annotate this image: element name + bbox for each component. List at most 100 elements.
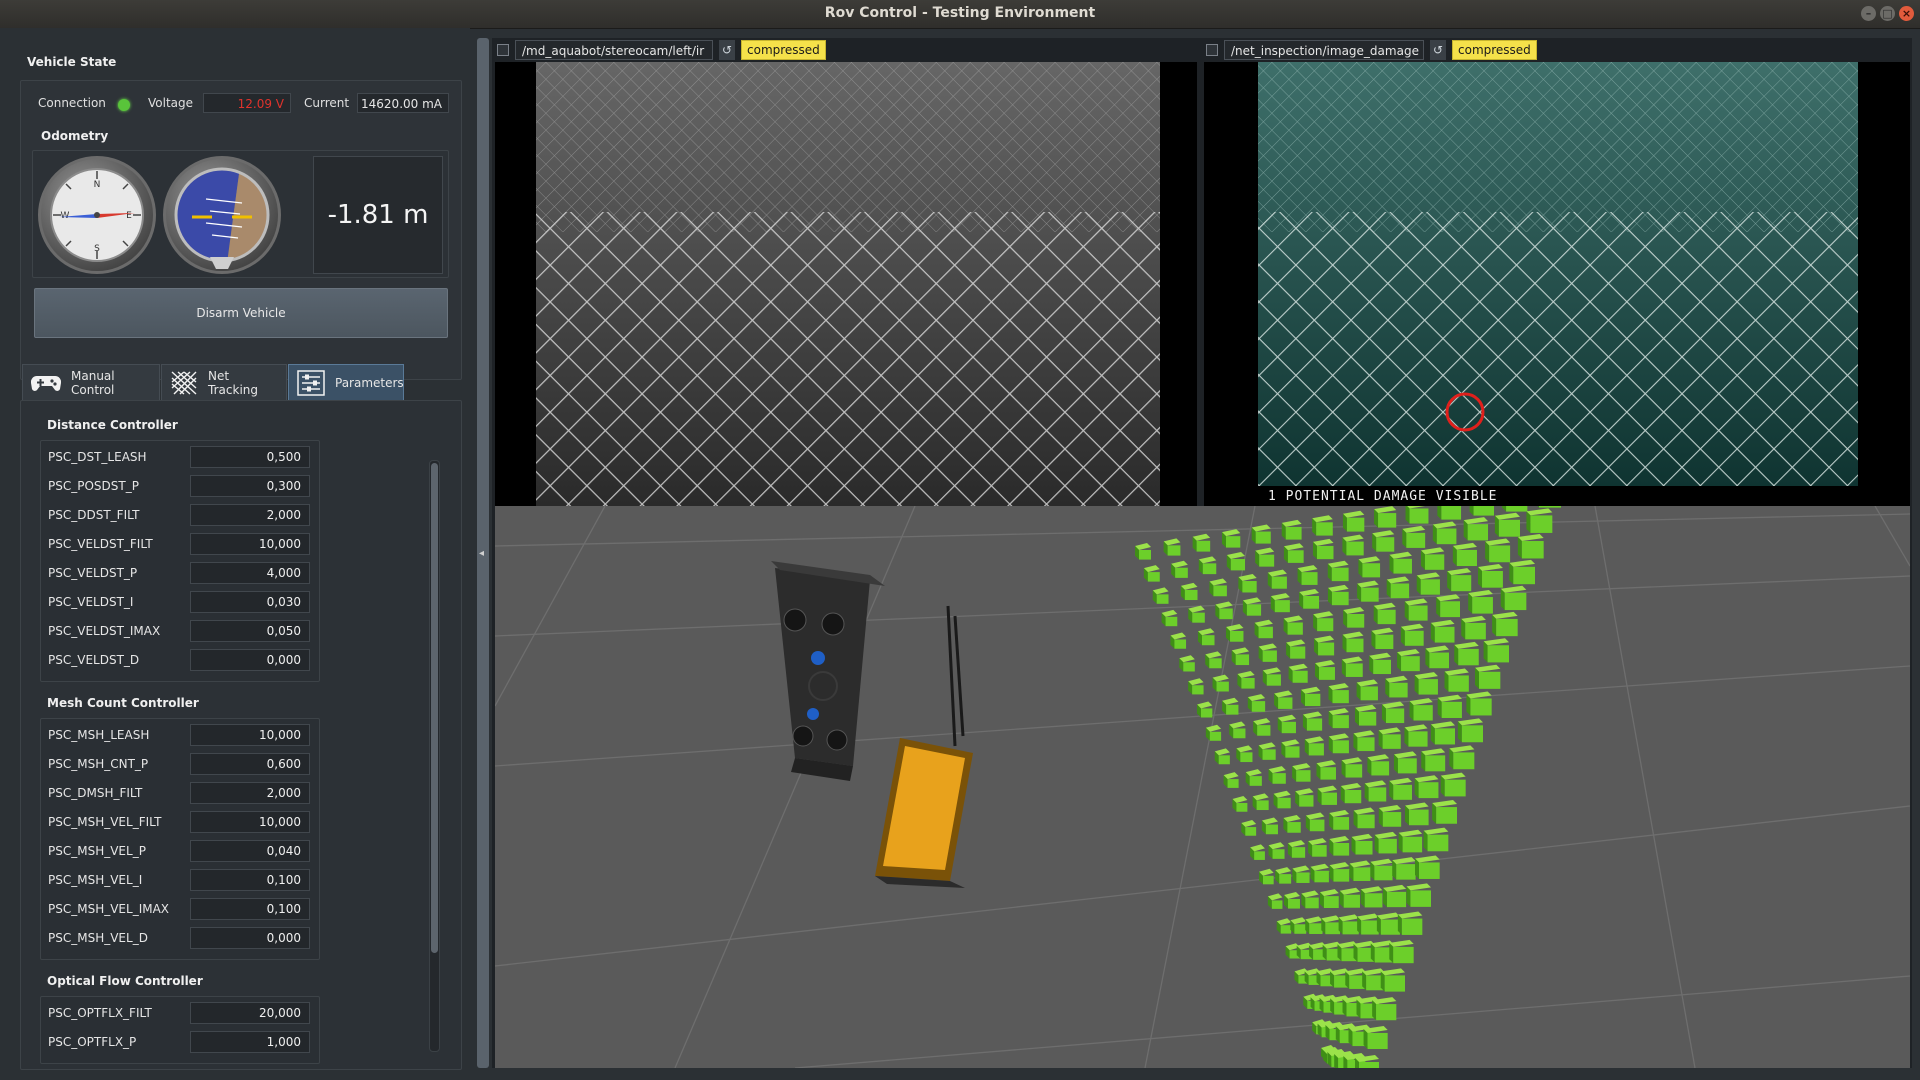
param-value-input[interactable]: 0,300 (190, 475, 310, 497)
tab-parameters[interactable]: Parameters (288, 364, 404, 402)
mesh-marker (1245, 769, 1262, 786)
param-name: PSC_OPTFLX_P (48, 1035, 137, 1049)
mesh-marker (1437, 694, 1462, 718)
param-value-input[interactable]: 10,000 (190, 811, 310, 833)
maximize-icon[interactable]: □ (1880, 6, 1895, 21)
collapse-arrow-icon[interactable]: ◂ (479, 548, 484, 559)
window-controls: – □ × (1861, 6, 1914, 21)
tab-manual-control-label: Manual Control (71, 369, 115, 397)
param-value-input[interactable]: 2,000 (190, 504, 310, 526)
param-value-input[interactable]: 0,000 (190, 927, 310, 949)
mesh-marker (1392, 857, 1416, 880)
mesh-marker (1378, 727, 1401, 749)
tab-manual-control[interactable]: Manual Control (22, 364, 160, 402)
mesh-marker (1251, 524, 1271, 544)
camera-left-refresh-icon[interactable]: ↺ (719, 40, 735, 60)
mesh-marker (1236, 745, 1253, 763)
mesh-marker (1281, 739, 1300, 758)
mesh-marker (1360, 886, 1383, 908)
mesh-marker (1308, 838, 1327, 857)
camera-right-topic-input[interactable]: /net_inspection/image_damage (1224, 40, 1424, 60)
param-value-input[interactable]: 20,000 (190, 1002, 310, 1024)
mesh-marker (1351, 833, 1373, 855)
param-row: PSC_MSH_VEL_P 0,040 (38, 838, 318, 864)
mesh-marker (1305, 812, 1325, 832)
parameters-scrollbar-thumb[interactable] (431, 463, 438, 953)
mesh-marker (1316, 760, 1336, 780)
parameters-scrollbar[interactable] (429, 460, 440, 1052)
param-row: PSC_VELDST_FILT 10,000 (38, 531, 318, 557)
mesh-marker (1397, 649, 1420, 672)
mesh-marker (1340, 783, 1362, 804)
mesh-marker (1376, 912, 1400, 935)
mesh-marker (1255, 547, 1275, 567)
mesh-marker (1343, 606, 1365, 628)
mesh-marker (1299, 588, 1320, 609)
mesh-marker (1179, 655, 1195, 672)
param-name: PSC_VELDST_IMAX (48, 624, 161, 638)
tab-net-tracking-label: Net Tracking (208, 369, 259, 397)
svg-text:W: W (61, 211, 70, 221)
voltage-label: Voltage (148, 96, 194, 110)
mesh-marker (1483, 638, 1509, 663)
mesh-marker (1197, 628, 1215, 646)
damage-overlay-text: 1 POTENTIAL DAMAGE VISIBLE (1268, 489, 1498, 504)
param-value-input[interactable]: 10,000 (190, 724, 310, 746)
param-value-input[interactable]: 0,030 (190, 591, 310, 613)
tab-net-tracking[interactable]: Net Tracking (161, 364, 287, 402)
svg-text:N: N (94, 180, 101, 190)
mesh-marker (1432, 521, 1457, 545)
mesh-marker (1275, 867, 1292, 884)
camera-left-topic-input[interactable]: /md_aquabot/stereocam/left/ir (515, 40, 713, 60)
mesh-marker (1268, 842, 1285, 859)
mesh-marker (1261, 817, 1278, 835)
param-value-input[interactable]: 10,000 (190, 533, 310, 555)
param-value-input[interactable]: 0,500 (190, 446, 310, 468)
mesh-marker (1430, 721, 1455, 745)
mesh-marker (1209, 578, 1227, 597)
mesh-marker (1327, 560, 1349, 582)
param-value-input[interactable]: 1,000 (190, 1031, 310, 1053)
close-icon[interactable]: × (1899, 6, 1914, 21)
param-value-input[interactable]: 4,000 (190, 562, 310, 584)
scene-3d-canvas (495, 506, 1910, 1068)
window-titlebar: Rov Control - Testing Environment – □ × (0, 0, 1920, 29)
param-value-input[interactable]: 0,100 (190, 898, 310, 920)
param-value-input[interactable]: 2,000 (190, 782, 310, 804)
mesh-marker (1389, 939, 1414, 964)
camera-left-transport-badge[interactable]: compressed (741, 40, 826, 60)
mesh-marker (1152, 587, 1169, 604)
mesh-marker (1500, 585, 1527, 611)
camera-right-checkbox[interactable] (1206, 44, 1218, 56)
tab-parameters-label: Parameters (335, 376, 404, 390)
mesh-marker (1440, 772, 1466, 797)
param-value-input[interactable]: 0,100 (190, 869, 310, 891)
vehicle-state-title: Vehicle State (27, 55, 117, 69)
mesh-marker (1171, 560, 1188, 578)
param-name: PSC_MSH_VEL_FILT (48, 815, 162, 829)
param-value-input[interactable]: 0,000 (190, 649, 310, 671)
camera-left-checkbox[interactable] (497, 44, 509, 56)
minimize-icon[interactable]: – (1861, 6, 1876, 21)
param-name: PSC_MSH_CNT_P (48, 757, 149, 771)
mesh-marker (1404, 724, 1428, 747)
mesh-marker (1406, 883, 1431, 907)
mesh-marker (1253, 718, 1271, 736)
camera-right-refresh-icon[interactable]: ↺ (1430, 40, 1446, 60)
mesh-marker (1393, 751, 1417, 774)
param-row: PSC_MSH_LEASH 10,000 (38, 722, 318, 748)
mesh-marker (1221, 529, 1241, 548)
param-value-input[interactable]: 0,050 (190, 620, 310, 642)
mesh-marker (1502, 506, 1528, 512)
param-name: PSC_MSH_VEL_D (48, 931, 148, 945)
camera-left-image (536, 62, 1160, 506)
mesh-marker (1270, 593, 1290, 613)
disarm-vehicle-button[interactable]: Disarm Vehicle (34, 288, 448, 338)
param-value-input[interactable]: 0,040 (190, 840, 310, 862)
mesh-marker (1288, 663, 1308, 683)
view-3d[interactable] (495, 506, 1910, 1068)
mesh-marker (1274, 690, 1293, 709)
camera-right-transport-badge[interactable]: compressed (1452, 40, 1537, 60)
svg-text:E: E (126, 211, 132, 221)
param-value-input[interactable]: 0,600 (190, 753, 310, 775)
